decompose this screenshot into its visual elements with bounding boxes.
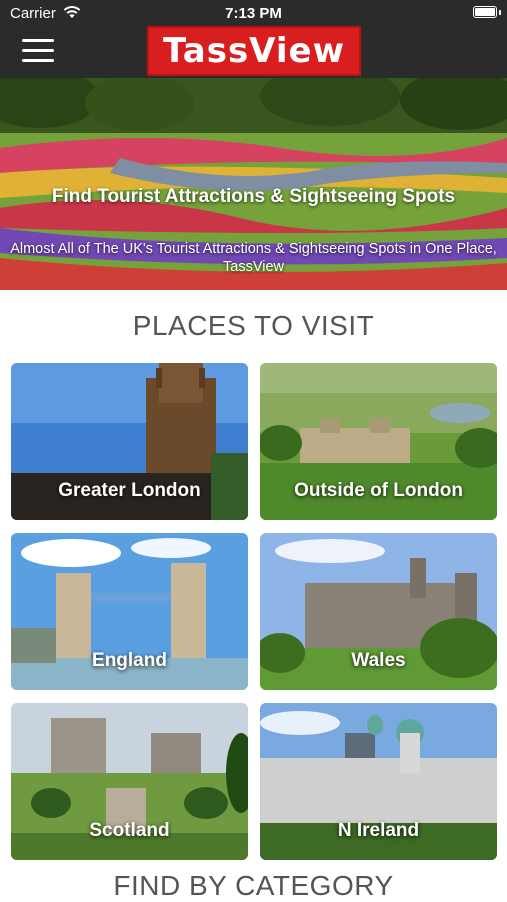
place-tile-n-ireland[interactable]: N Ireland — [260, 703, 497, 860]
place-label: England — [92, 650, 167, 671]
hamburger-menu-icon[interactable] — [22, 39, 58, 67]
place-label: Greater London — [58, 480, 201, 501]
place-label: Outside of London — [294, 480, 463, 501]
places-heading: PLACES TO VISIT — [132, 310, 375, 341]
status-bar: Carrier 7:13 PM — [0, 0, 507, 26]
clock: 7:13 PM — [225, 5, 282, 22]
logo-text: TassView — [162, 31, 346, 71]
place-tile-wales[interactable]: Wales — [260, 533, 497, 690]
hero-subtitle: Almost All of The UK's Tourist Attractio… — [10, 241, 497, 275]
place-tile-outside-of-london[interactable]: Outside of London — [260, 363, 497, 520]
place-tile-england[interactable]: England — [11, 533, 248, 690]
hero-banner[interactable]: Find Tourist Attractions & Sightseeing S… — [0, 78, 507, 290]
place-tile-scotland[interactable]: Scotland — [11, 703, 248, 860]
place-label: N Ireland — [337, 820, 420, 841]
place-label: Wales — [351, 650, 406, 671]
app-logo[interactable]: TassView — [147, 26, 361, 76]
battery-icon — [473, 6, 497, 18]
battery-tip — [499, 10, 501, 15]
hero-title: Find Tourist Attractions & Sightseeing S… — [51, 186, 456, 207]
nav-bar: TassView — [0, 26, 507, 78]
place-tile-greater-london[interactable]: Greater London — [11, 363, 248, 520]
place-label: Scotland — [89, 820, 170, 841]
category-heading: FIND BY CATEGORY — [113, 870, 394, 901]
